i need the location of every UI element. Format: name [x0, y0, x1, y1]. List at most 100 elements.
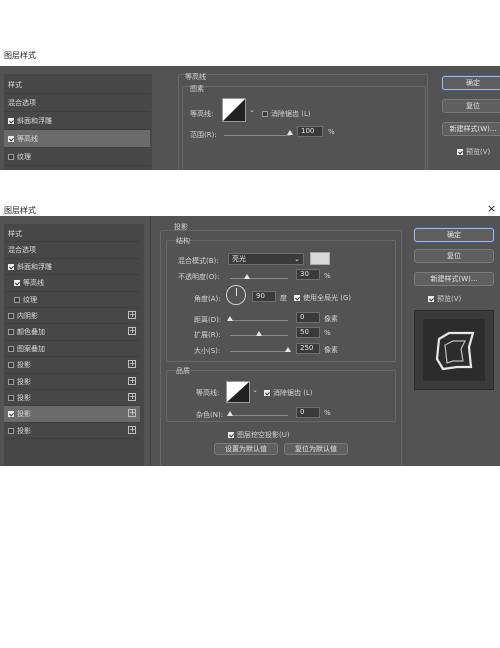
top-sidebar-checkbox[interactable] — [8, 154, 14, 160]
top-range-slider-thumb[interactable] — [287, 130, 293, 135]
bottom-dialog-body: 样式 混合选项 斜面和浮雕 等高线 纹理 内阴影 + 颜色叠加 + 图案叠加 投影 + 投影 + 投影 + 投影… — [0, 216, 500, 466]
knockout-checkbox[interactable]: 图层挖空投影(U) — [228, 430, 290, 440]
noise-label: 杂色(N): — [196, 411, 224, 419]
distance-slider-thumb[interactable] — [227, 316, 233, 321]
top-contour-preview[interactable] — [222, 98, 246, 122]
angle-input[interactable]: 90 — [252, 291, 276, 302]
top-sidebar-checkbox[interactable] — [8, 136, 14, 142]
opacity-slider-track[interactable] — [230, 278, 288, 279]
angle-unit: 度 — [280, 294, 287, 302]
bottom-sidebar-item[interactable]: 投影 + — [4, 357, 140, 374]
angle-dial[interactable] — [226, 285, 246, 305]
bottom-contour-label: 等高线: — [196, 389, 220, 397]
distance-slider-track[interactable] — [230, 320, 288, 321]
top-sidebar-checkbox[interactable] — [8, 118, 14, 124]
opacity-slider-thumb[interactable] — [244, 274, 251, 279]
set-default-button[interactable]: 设置为默认值 — [214, 443, 278, 455]
bottom-antialias-checkbox[interactable]: 消除锯齿 (L) — [264, 388, 313, 398]
bottom-sidebar-checkbox[interactable] — [8, 427, 14, 434]
bottom-sidebar-item[interactable]: 等高线 — [4, 275, 140, 292]
top-contour-dropdown-arrow-icon[interactable]: ⌄ — [249, 106, 255, 114]
bottom-sidebar-checkbox[interactable] — [8, 362, 14, 369]
add-effect-plus-icon[interactable]: + — [128, 311, 136, 319]
bottom-contour-dropdown-arrow-icon[interactable]: ⌄ — [252, 386, 258, 394]
top-reset-button[interactable]: 复位 — [442, 99, 500, 113]
bottom-sidebar-item[interactable]: 投影 + — [4, 406, 140, 423]
noise-input[interactable]: 0 — [296, 407, 320, 418]
top-sidebar-item[interactable]: 等高线 — [4, 130, 150, 148]
distance-input[interactable]: 0 — [296, 312, 320, 323]
bottom-sidebar-checkbox[interactable] — [8, 378, 14, 385]
top-sidebar-item[interactable]: 斜面和浮雕 — [4, 112, 150, 130]
bottom-sidebar-checkbox[interactable] — [8, 313, 14, 319]
shadow-color-swatch[interactable] — [310, 252, 330, 265]
top-new-style-button[interactable]: 新建样式(W)... — [442, 122, 500, 136]
bottom-new-style-button[interactable]: 新建样式(W)... — [414, 272, 494, 286]
add-effect-plus-icon[interactable]: + — [128, 409, 136, 418]
add-effect-plus-icon[interactable]: + — [128, 376, 136, 385]
top-sidebar-item[interactable]: 样式 — [4, 76, 150, 94]
bottom-section-title: 投影 — [174, 223, 188, 231]
top-preview-checkbox[interactable]: 预览(V) — [457, 147, 490, 157]
top-sidebar-item[interactable]: 混合选项 — [4, 94, 150, 112]
top-preview-label: 预览(V) — [466, 148, 491, 156]
blend-mode-select[interactable]: 亮光 ⌄ — [228, 253, 304, 265]
bottom-sidebar-checkbox[interactable] — [8, 395, 14, 401]
size-input[interactable]: 250 — [296, 343, 320, 354]
top-range-slider-track[interactable] — [224, 135, 290, 136]
bottom-sidebar-checkbox[interactable] — [14, 280, 20, 287]
noise-slider-track[interactable] — [230, 415, 288, 416]
bottom-sidebar-item-label: 纹理 — [23, 295, 37, 304]
add-effect-plus-icon[interactable]: + — [128, 425, 136, 434]
add-effect-plus-icon[interactable]: + — [128, 327, 136, 336]
noise-slider-thumb[interactable] — [227, 411, 233, 416]
bottom-sidebar-checkbox[interactable] — [8, 345, 14, 352]
bottom-sidebar-item-label: 投影 — [17, 394, 31, 402]
bottom-sidebar-item[interactable]: 图案叠加 — [4, 341, 140, 358]
top-sidebar-item[interactable]: 纹理 — [4, 148, 150, 166]
structure-title: 结构 — [176, 237, 190, 245]
bottom-contour-preview[interactable] — [226, 381, 250, 403]
bottom-sidebar-item[interactable]: 样式 — [4, 226, 140, 243]
add-effect-plus-icon[interactable]: + — [128, 393, 136, 401]
bottom-sidebar-item[interactable]: 投影 + — [4, 390, 140, 407]
spread-slider-thumb[interactable] — [256, 331, 262, 336]
top-ok-button[interactable]: 确定 — [442, 76, 500, 90]
bottom-sidebar-item[interactable]: 颜色叠加 + — [4, 324, 140, 341]
bottom-sidebar-checkbox[interactable] — [8, 263, 14, 270]
opacity-unit: % — [324, 272, 331, 280]
opacity-input[interactable]: 30 — [296, 269, 320, 280]
global-light-checkbox[interactable]: 使用全局光 (G) — [294, 293, 351, 303]
bottom-reset-button[interactable]: 复位 — [414, 249, 494, 263]
close-icon[interactable]: × — [487, 202, 496, 215]
spread-input[interactable]: 50 — [296, 327, 320, 338]
bottom-sidebar-item[interactable]: 斜面和浮雕 — [4, 259, 140, 276]
global-light-label: 使用全局光 (G) — [303, 294, 352, 302]
bottom-ok-button[interactable]: 确定 — [414, 228, 494, 242]
angle-label: 角度(A): — [194, 295, 221, 303]
top-sidebar-item-label: 样式 — [8, 81, 22, 89]
bottom-sidebar-checkbox[interactable] — [8, 329, 14, 336]
blend-mode-value: 亮光 — [232, 255, 246, 263]
reset-default-button[interactable]: 复位为默认值 — [284, 443, 348, 455]
top-antialias-checkbox[interactable]: 消除锯齿 (L) — [262, 109, 311, 119]
size-slider-track[interactable] — [230, 351, 288, 352]
bottom-sidebar-item[interactable]: 投影 + — [4, 423, 140, 440]
top-range-unit: % — [328, 128, 335, 136]
bottom-preview-checkbox[interactable]: 预览(V) — [428, 294, 461, 304]
sidebar-divider — [150, 216, 151, 466]
top-sidebar-item-label: 纹理 — [17, 153, 31, 161]
bottom-sidebar-checkbox[interactable] — [14, 296, 20, 303]
size-label: 大小(S): — [194, 347, 221, 355]
bottom-sidebar-item[interactable]: 投影 + — [4, 374, 140, 390]
bottom-sidebar-item[interactable]: 混合选项 — [4, 242, 140, 259]
bottom-sidebar-checkbox[interactable] — [8, 411, 14, 418]
bottom-sidebar-item[interactable]: 内阴影 + — [4, 308, 140, 325]
top-dialog: 图层样式 样式 混合选项 斜面和浮雕 等高线 纹理 等高线 图素 等高线: ⌄ 消除锯齿… — [0, 40, 500, 170]
size-slider-thumb[interactable] — [285, 347, 291, 352]
top-range-input[interactable]: 100 — [297, 126, 323, 137]
add-effect-plus-icon[interactable]: + — [128, 360, 136, 369]
bottom-dialog: 图层样式 × 样式 混合选项 斜面和浮雕 等高线 纹理 内阴影 + 颜色叠加 + 图案叠加 投影 + 投… — [0, 198, 500, 466]
top-range-label: 范围(R): — [190, 131, 217, 139]
bottom-sidebar-item[interactable]: 纹理 — [4, 292, 140, 308]
